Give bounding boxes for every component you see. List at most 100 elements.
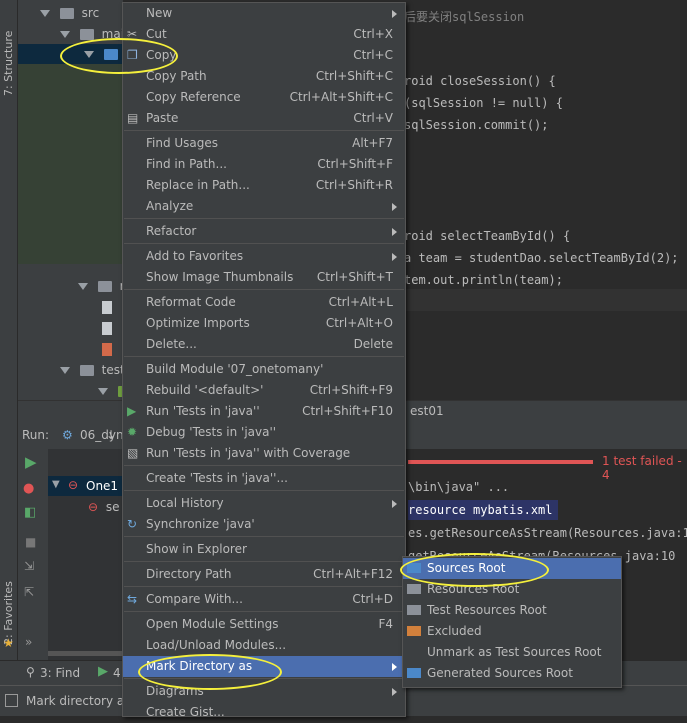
stop-icon[interactable]: ■ xyxy=(25,535,36,549)
mark-directory-submenu: Sources Root Resources Root Test Resources… xyxy=(402,556,622,688)
submenu-item-test-resources-root[interactable]: Test Resources Root xyxy=(403,600,621,621)
tree-item-test-java[interactable]: j xyxy=(98,381,123,401)
menu-item-show-in-explorer[interactable]: Show in Explorer xyxy=(123,539,405,560)
tree-item-test[interactable]: test xyxy=(60,360,123,380)
menu-item-label: Show Image Thumbnails xyxy=(146,270,294,284)
expand-arrow-icon[interactable]: ▼ xyxy=(52,479,60,490)
expand-arrow-icon[interactable] xyxy=(40,10,50,17)
test-row[interactable]: ⊖ se xyxy=(88,500,120,514)
menu-item-local-history[interactable]: Local History xyxy=(123,493,405,514)
menu-item-reformat-code[interactable]: Reformat Code Ctrl+Alt+L xyxy=(123,292,405,313)
tree-file[interactable] xyxy=(102,318,112,338)
menu-item-copy-reference[interactable]: Copy Reference Ctrl+Alt+Shift+C xyxy=(123,87,405,108)
gear-icon[interactable]: ⚙ xyxy=(62,428,73,442)
rerun-failed-icon[interactable]: ● xyxy=(23,481,34,496)
menu-item-create-tests-in-java[interactable]: Create 'Tests in 'java''... xyxy=(123,468,405,489)
menu-item-shortcut: F4 xyxy=(378,617,393,631)
menu-item-rebuild-default[interactable]: Rebuild '<default>' Ctrl+Shift+F9 xyxy=(123,380,405,401)
menu-item-shortcut: Ctrl+Shift+T xyxy=(316,270,393,284)
source-folder-icon xyxy=(103,49,118,60)
submenu-item-excluded[interactable]: Excluded xyxy=(403,621,621,642)
menu-item-delete[interactable]: Delete... Delete xyxy=(123,334,405,355)
menu-item-mark-directory-as[interactable]: Mark Directory as xyxy=(123,656,405,677)
run-icon: ▶ xyxy=(98,664,108,679)
menu-item-copy-path[interactable]: Copy Path Ctrl+Shift+C xyxy=(123,66,405,87)
menu-item-label: Mark Directory as xyxy=(146,659,253,673)
menu-item-build-module-07-onetomany[interactable]: Build Module '07_onetomany' xyxy=(123,359,405,380)
expand-arrow-icon[interactable] xyxy=(98,388,108,395)
menu-item-run-tests-in-java[interactable]: ▶ Run 'Tests in 'java'' Ctrl+Shift+F10 xyxy=(123,401,405,422)
menu-item-label: Run 'Tests in 'java'' xyxy=(146,404,260,418)
menu-item-compare-with[interactable]: ⇆ Compare With... Ctrl+D xyxy=(123,589,405,610)
menu-item-optimize-imports[interactable]: Optimize Imports Ctrl+Alt+O xyxy=(123,313,405,334)
menu-item-add-to-favorites[interactable]: Add to Favorites xyxy=(123,246,405,267)
sort-icon[interactable]: ↓ xyxy=(106,428,116,442)
submenu-item-resources-root[interactable]: Resources Root xyxy=(403,579,621,600)
menu-item-create-gist[interactable]: Create Gist... xyxy=(123,702,405,723)
menu-item-label: Show in Explorer xyxy=(146,542,247,556)
menu-item-label: Load/Unload Modules... xyxy=(146,638,287,652)
submenu-arrow-icon xyxy=(392,500,397,508)
menu-item-replace-in-path[interactable]: Replace in Path... Ctrl+Shift+R xyxy=(123,175,405,196)
menu-item-diagrams[interactable]: Diagrams xyxy=(123,681,405,702)
menu-item-label: Directory Path xyxy=(146,567,232,581)
failed-icon: ⊖ xyxy=(68,478,79,492)
expand-arrow-icon[interactable] xyxy=(60,367,70,374)
export-icon[interactable]: ⇲ xyxy=(24,559,34,573)
menu-item-find-usages[interactable]: Find Usages Alt+F7 xyxy=(123,133,405,154)
find-tab[interactable]: 3: Find xyxy=(40,666,80,680)
menu-item-paste[interactable]: ▤ Paste Ctrl+V xyxy=(123,108,405,129)
rerun-icon[interactable]: ▶ xyxy=(25,453,37,471)
menu-item-new[interactable]: New xyxy=(123,3,405,24)
expand-arrow-icon[interactable] xyxy=(60,31,70,38)
menu-item-find-in-path[interactable]: Find in Path... Ctrl+Shift+F xyxy=(123,154,405,175)
menu-item-shortcut: Ctrl+Alt+L xyxy=(328,295,393,309)
code-line: (sqlSession != null) { xyxy=(404,96,563,110)
menu-item-label: Delete... xyxy=(146,337,197,351)
menu-item-label: Debug 'Tests in 'java'' xyxy=(146,425,277,439)
menu-item-label: Compare With... xyxy=(146,592,243,606)
run-tab-title[interactable]: est01 xyxy=(410,404,444,418)
menu-item-cut[interactable]: ✂ Cut Ctrl+X xyxy=(123,24,405,45)
menu-item-label: Find in Path... xyxy=(146,157,227,171)
submenu-item-sources-root[interactable]: Sources Root xyxy=(403,558,621,579)
structure-tab[interactable]: 7: Structure xyxy=(2,31,15,96)
import-icon[interactable]: ⇱ xyxy=(24,585,34,599)
tree-item-main[interactable]: main xyxy=(60,24,123,44)
menu-item-debug-tests-in-java[interactable]: ✹ Debug 'Tests in 'java'' xyxy=(123,422,405,443)
menu-item-label: Create Gist... xyxy=(146,705,225,719)
file-icon xyxy=(102,343,112,356)
tree-file[interactable] xyxy=(102,339,112,359)
expand-arrow-icon[interactable] xyxy=(78,283,88,290)
run-tab[interactable]: 4 xyxy=(113,666,121,680)
folder-icon xyxy=(59,8,74,19)
expand-arrow-icon[interactable] xyxy=(83,51,94,58)
status-toggle-icon[interactable] xyxy=(5,694,18,707)
tree-item-java-selected[interactable]: j xyxy=(18,44,123,64)
test-status: 1 test failed - 4 xyxy=(602,454,682,482)
menu-item-show-image-thumbnails[interactable]: Show Image Thumbnails Ctrl+Shift+T xyxy=(123,267,405,288)
menu-item-label: Add to Favorites xyxy=(146,249,244,263)
menu-item-analyze[interactable]: Analyze xyxy=(123,196,405,217)
tree-item-resources[interactable]: resc xyxy=(78,276,123,296)
more-icon[interactable]: » xyxy=(25,635,32,649)
project-tree: src main j resc test j xyxy=(18,0,123,410)
tree-file[interactable] xyxy=(102,297,112,317)
horizontal-scrollbar[interactable] xyxy=(48,651,128,656)
menu-item-synchronize-java[interactable]: ↻ Synchronize 'java' xyxy=(123,514,405,535)
menu-item-open-module-settings[interactable]: Open Module Settings F4 xyxy=(123,614,405,635)
submenu-item-label: Resources Root xyxy=(427,582,520,596)
menu-item-refactor[interactable]: Refactor xyxy=(123,221,405,242)
tree-item-src[interactable]: src xyxy=(40,3,99,23)
menu-item-run-tests-in-java-with-coverage[interactable]: ▧ Run 'Tests in 'java'' with Coverage xyxy=(123,443,405,464)
menu-item-load-unload-modules[interactable]: Load/Unload Modules... xyxy=(123,635,405,656)
toggle-auto-test-icon[interactable]: ◧ xyxy=(24,505,36,520)
menu-item-copy[interactable]: ❐ Copy Ctrl+C xyxy=(123,45,405,66)
menu-item-directory-path[interactable]: Directory Path Ctrl+Alt+F12 xyxy=(123,564,405,585)
submenu-item-generated-sources-root[interactable]: Generated Sources Root xyxy=(403,663,621,684)
menu-separator xyxy=(124,611,404,612)
run-side-toolbar: ▶ ● ◧ ■ ⇲ ⇱ » xyxy=(18,449,48,660)
submenu-item-unmark-as-test-sources-root[interactable]: Unmark as Test Sources Root xyxy=(403,642,621,663)
menu-item-shortcut: Ctrl+C xyxy=(353,48,393,62)
test-row-selected[interactable]: ▼ ⊖ One1 xyxy=(48,476,128,496)
